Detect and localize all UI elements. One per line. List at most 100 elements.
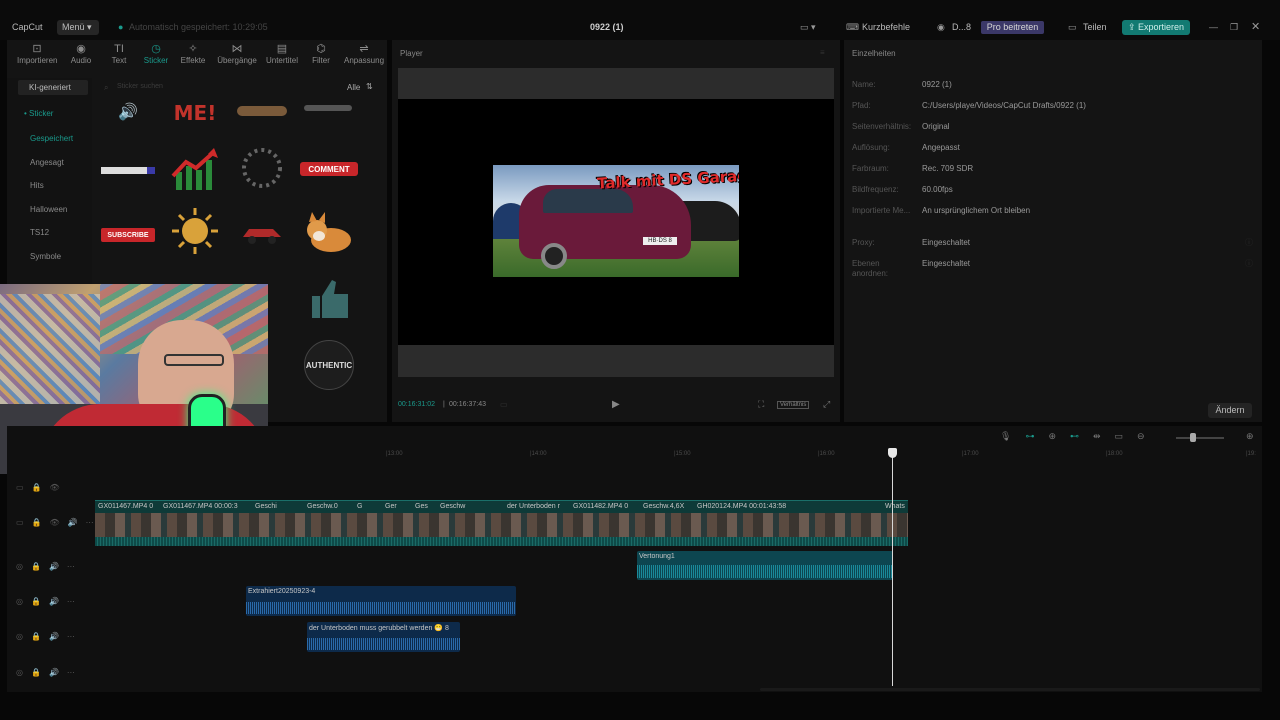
- sticker-search[interactable]: ⌕ Sticker suchen: [100, 80, 340, 95]
- zoom-out-icon[interactable]: ⊖: [1137, 431, 1159, 441]
- share-button[interactable]: Teilen: [1083, 22, 1107, 32]
- sticker-me[interactable]: ME!: [168, 101, 222, 125]
- proxy-info-icon[interactable]: ⓘ: [1245, 237, 1253, 248]
- zoom-slider-handle[interactable]: [1190, 433, 1196, 442]
- share-icon[interactable]: ▭: [1068, 22, 1077, 33]
- track-header-audio3[interactable]: ◎🔒🔊⋯: [16, 632, 83, 641]
- menu-button[interactable]: Menü ▾: [57, 20, 99, 35]
- pro-button[interactable]: Pro beitreten: [981, 21, 1044, 34]
- timeline-scrollbar[interactable]: [760, 688, 1260, 691]
- sticker-comment[interactable]: COMMENT: [300, 162, 358, 176]
- category-hits[interactable]: Hits: [30, 181, 44, 190]
- audio-clip-caption[interactable]: der Unterboden muss gerubbelt werden 😁 8: [307, 622, 460, 652]
- category-halloween[interactable]: Halloween: [30, 205, 67, 214]
- sticker-subscribe[interactable]: SUBSCRIBE: [101, 228, 155, 242]
- track-header-text[interactable]: ▭🔒👁: [16, 483, 68, 492]
- detail-label-name: Name:: [852, 80, 876, 89]
- track-header-audio1[interactable]: ◎🔒🔊⋯: [16, 562, 83, 571]
- tool-label: Sticker: [143, 56, 169, 65]
- car-icon: [243, 229, 281, 244]
- user-name[interactable]: D...8: [952, 22, 971, 32]
- category-ai[interactable]: KI-generiert: [29, 83, 71, 92]
- tool-audio[interactable]: ◉ Audio: [61, 42, 101, 65]
- preview-axis-icon[interactable]: ▭: [1115, 431, 1138, 441]
- sticker-speaker[interactable]: 🔊: [108, 102, 148, 122]
- main-video-track[interactable]: GX011467.MP4 0 GX011467.MP4 00:00:3 Gesc…: [95, 500, 908, 546]
- license-plate: HB·DS 8: [643, 237, 677, 245]
- sticker-growth-chart[interactable]: [170, 148, 220, 192]
- category-sticker[interactable]: • Sticker: [24, 109, 53, 118]
- ruler-label: |18:00: [1106, 451, 1123, 457]
- filter-dropdown[interactable]: Alle: [347, 83, 360, 92]
- close-icon[interactable]: ✕: [1251, 20, 1260, 33]
- zoom-slider[interactable]: [1176, 437, 1224, 439]
- track-header-audio2[interactable]: ◎🔒🔊⋯: [16, 597, 83, 606]
- keyboard-icon[interactable]: ⌨: [846, 22, 859, 33]
- category-trending[interactable]: Angesagt: [30, 158, 64, 167]
- fit-icon[interactable]: ⛶: [758, 399, 764, 410]
- tool-sticker[interactable]: ◷ Sticker: [136, 42, 176, 65]
- sticker-sun[interactable]: [170, 206, 220, 256]
- clip-title: GX011467.MP4 0: [98, 503, 154, 510]
- detail-value-framerate: 60.00fps: [922, 185, 953, 194]
- tool-adjust[interactable]: ⇌ Anpassung: [343, 42, 385, 65]
- timecode-icon[interactable]: ▭: [500, 400, 508, 409]
- track-header-main[interactable]: ▭🔒👁🔊⋯: [16, 518, 102, 527]
- sticker-stars[interactable]: [303, 102, 353, 114]
- category-ts12[interactable]: TS12: [30, 228, 49, 237]
- detail-value-aspect: Original: [922, 122, 950, 131]
- category-saved[interactable]: Gespeichert: [30, 134, 73, 143]
- car-windows: [543, 189, 633, 213]
- split-icon[interactable]: ⇹: [1093, 431, 1115, 441]
- minimize-icon[interactable]: —: [1209, 22, 1218, 32]
- record-audio-icon[interactable]: 🎙: [1000, 431, 1025, 441]
- clip-title: Ges: [415, 503, 428, 510]
- autosave-status: Automatisch gespeichert: 10:29:05: [129, 22, 268, 32]
- filter-icon[interactable]: ⇅: [366, 82, 373, 91]
- player-menu-icon[interactable]: ≡: [820, 48, 825, 57]
- detail-label-path: Pfad:: [852, 101, 871, 110]
- tool-subtitles[interactable]: ▤ Untertitel: [262, 42, 302, 65]
- tool-text[interactable]: TI Text: [99, 42, 139, 65]
- audio-waveform: [637, 565, 893, 578]
- playhead-handle[interactable]: [888, 448, 897, 458]
- chart-up-icon: [171, 148, 218, 190]
- avatar[interactable]: ◉: [937, 22, 945, 33]
- sticker-search-bar[interactable]: [101, 164, 155, 176]
- fullscreen-icon[interactable]: ⤢: [823, 399, 830, 410]
- edit-button[interactable]: Ändern: [1208, 403, 1252, 418]
- maximize-icon[interactable]: ❐: [1230, 22, 1238, 33]
- track-header-audio4[interactable]: ◎🔒🔊⋯: [16, 668, 83, 677]
- ruler-label: |16:00: [818, 451, 835, 457]
- shortcuts-button[interactable]: Kurzbefehle: [862, 22, 910, 32]
- sticker-red-car[interactable]: [238, 220, 286, 246]
- sticker-banner[interactable]: [236, 102, 288, 120]
- sticker-thumbs-up[interactable]: [308, 276, 352, 320]
- tool-transitions[interactable]: ⋈ Übergänge: [217, 42, 257, 65]
- zoom-in-icon[interactable]: ⊕: [1246, 431, 1254, 442]
- snap-icon[interactable]: ⊕: [1048, 431, 1070, 441]
- export-button[interactable]: ⇪ Exportieren: [1122, 20, 1190, 35]
- glasses: [164, 354, 224, 366]
- filter-icon: ⌬: [316, 43, 326, 55]
- ratio-button[interactable]: Verhältnis: [777, 401, 810, 409]
- auto-snap-icon[interactable]: ⊷: [1070, 431, 1093, 441]
- audio-clip-extracted[interactable]: Extrahiert20250923-4: [246, 586, 516, 616]
- app-logo: CapCut: [12, 22, 43, 32]
- clip-title: Ger: [385, 503, 397, 510]
- audio-clip-voiceover[interactable]: Vertonung1: [637, 551, 893, 580]
- playhead[interactable]: [892, 452, 893, 686]
- tool-filter[interactable]: ⌬ Filter: [301, 42, 341, 65]
- sticker-loading-spinner[interactable]: [236, 142, 288, 194]
- tool-import[interactable]: ⊡ Importieren: [17, 42, 57, 65]
- sticker-corgi[interactable]: [303, 212, 355, 256]
- layout-icon[interactable]: ▭ ▾: [800, 22, 816, 33]
- tool-effects[interactable]: ✧ Effekte: [173, 42, 213, 65]
- play-button[interactable]: ▶: [612, 399, 620, 410]
- category-symbols[interactable]: Symbole: [30, 252, 61, 261]
- layers-info-icon[interactable]: ⓘ: [1245, 258, 1253, 269]
- clip-title: Geschi: [255, 503, 277, 510]
- current-time: 00:16:31:02: [398, 401, 435, 408]
- sticker-authentic[interactable]: AUTHENTIC: [304, 340, 354, 390]
- link-clips-icon[interactable]: ⊶: [1025, 431, 1048, 441]
